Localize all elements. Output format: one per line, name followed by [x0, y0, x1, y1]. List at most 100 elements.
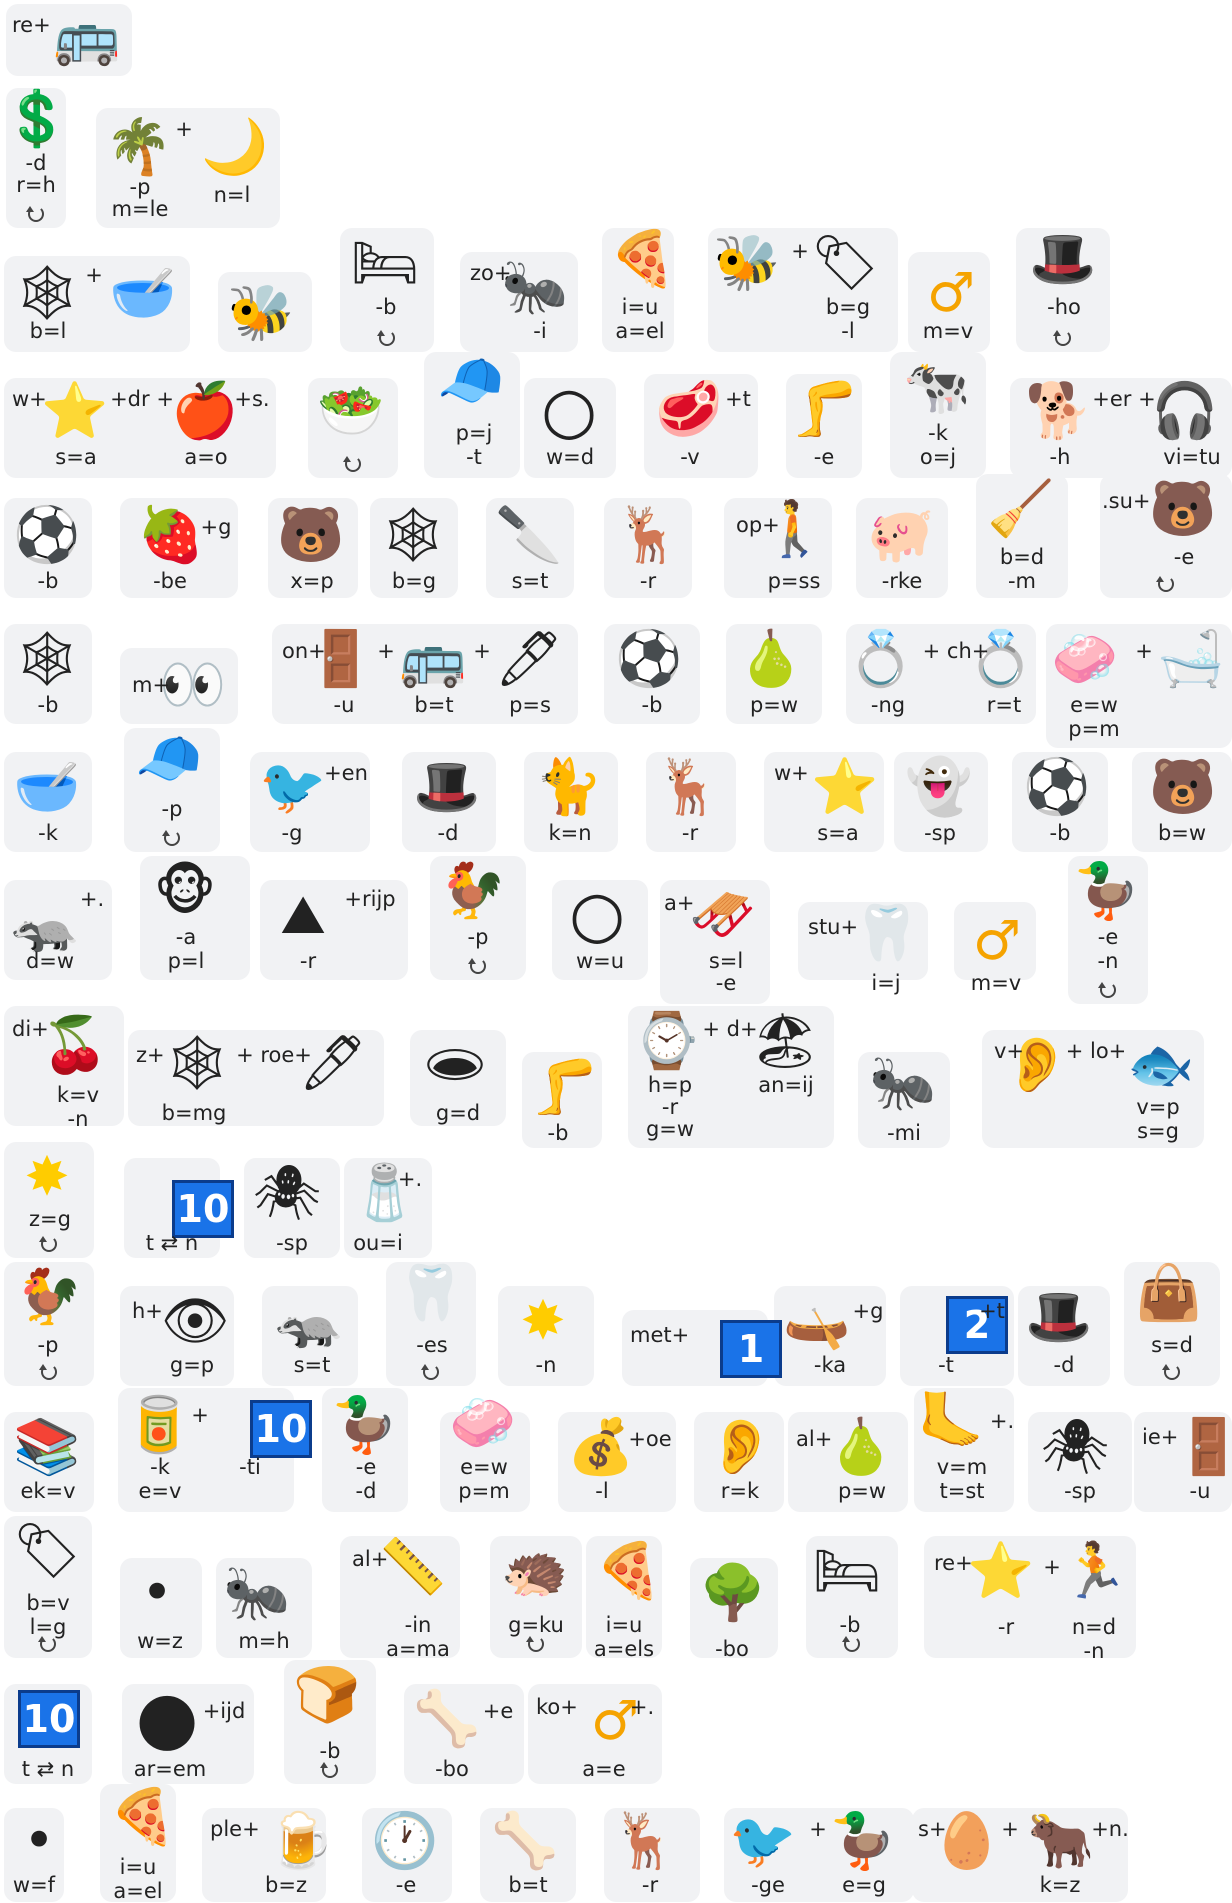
- rebus-hint-label: z+: [136, 1043, 165, 1067]
- rebus-hint-label: b=d: [999, 545, 1045, 569]
- sun-icon: ✸: [520, 1289, 566, 1352]
- pear-icon: 🍐: [827, 1415, 895, 1478]
- rebus-hint-label: p=m: [1068, 717, 1120, 741]
- rebus-hint-label: -in: [404, 1613, 432, 1637]
- rebus-hint-label: +rijp: [344, 887, 396, 911]
- rebus-hint-label: +: [85, 263, 103, 287]
- rebus-hint-label: -g: [281, 821, 303, 845]
- rebus-hint-label: op+: [736, 513, 780, 537]
- rebus-hint-label: e=v: [138, 1479, 182, 1503]
- rotate-icon: [1098, 982, 1116, 998]
- rebus-hint-label: + ch+: [922, 639, 990, 663]
- rebus-hint-label: +.: [629, 1695, 655, 1719]
- rebus-hint-label: w=f: [12, 1873, 56, 1897]
- rebus-hint-label: -b: [1049, 821, 1071, 845]
- rebus-hint-label: w=d: [545, 445, 595, 469]
- rebus-hint-label: +: [791, 239, 809, 263]
- rebus-hint-label: g=w: [645, 1117, 695, 1141]
- rebus-hint-label: -e: [813, 445, 835, 469]
- rebus-hint-label: k=n: [548, 821, 592, 845]
- books-icon: 📚: [13, 1415, 81, 1478]
- rebus-hint-label: w+: [774, 761, 809, 785]
- rebus-hint-label: m=v: [922, 319, 974, 343]
- rebus-hint-label: -e: [355, 1455, 377, 1479]
- rebus-hint-label: -l: [841, 319, 855, 343]
- rebus-hint-label: -p: [161, 797, 183, 821]
- spider-icon: 🕷: [252, 1161, 322, 1224]
- rebus-hint-label: -bo: [435, 1757, 469, 1781]
- rebus-hint-label: re+: [12, 13, 51, 37]
- rebus-hint-label: -r: [997, 1615, 1015, 1639]
- rebus-hint-label: n=l: [213, 183, 251, 207]
- rebus-hint-label: -b: [839, 1613, 861, 1637]
- bed-icon: 🛏: [812, 1539, 882, 1602]
- rebus-hint-label: -k: [928, 421, 948, 445]
- rebus-hint-label: di+: [12, 1017, 49, 1041]
- rebus-hint-label: w=u: [575, 949, 625, 973]
- rebus-hint-label: s=t: [293, 1353, 331, 1377]
- rebus-hint-label: -p: [129, 175, 151, 199]
- rebus-hint-label: + roe+: [236, 1043, 312, 1067]
- rebus-hint-label: +.: [989, 1409, 1015, 1433]
- rebus-hint-label: b=v: [26, 1591, 70, 1615]
- rebus-hint-label: p=ss: [767, 569, 821, 593]
- bowl-icon: 🥣: [13, 755, 81, 818]
- rebus-hint-label: + d+: [702, 1017, 758, 1041]
- rebus-hint-label: ko+: [536, 1695, 578, 1719]
- rebus-hint-label: l=g: [29, 1615, 67, 1639]
- rebus-hint-label: -u: [1189, 1479, 1211, 1503]
- rebus-hint-label: -d: [437, 821, 459, 845]
- rebus-hint-label: p=w: [837, 1479, 887, 1503]
- rebus-hint-label: -h: [1049, 445, 1071, 469]
- rotate-icon: [26, 206, 44, 222]
- rotate-icon: [1053, 330, 1071, 346]
- top-hat-icon: 🎩: [1029, 227, 1097, 290]
- rebus-hint-label: -r: [639, 569, 657, 593]
- knife-icon: 🔪: [495, 503, 563, 566]
- rebus-hint-label: w+: [12, 387, 47, 411]
- hole-icon: 🕳: [420, 1033, 490, 1096]
- rebus-hint-label: -r: [641, 1873, 659, 1897]
- door-icon: 🚪: [1175, 1415, 1232, 1478]
- rebus-hint-label: v=p: [1136, 1095, 1180, 1119]
- rebus-hint-label: -be: [153, 569, 187, 593]
- web-icon: 🕸: [162, 1031, 232, 1094]
- rebus-hint-label: an=ij: [758, 1073, 814, 1097]
- rotate-icon: [39, 1364, 57, 1380]
- rebus-hint-label: vi=tu: [1163, 445, 1221, 469]
- rotate-icon: [343, 456, 361, 472]
- soccer-icon: ⚽: [1023, 755, 1091, 818]
- rebus-hint-label: k=v: [56, 1083, 100, 1107]
- rebus-hint-label: stu+: [808, 915, 859, 939]
- number-tile: 10: [250, 1400, 312, 1458]
- rebus-hint-label: +e: [482, 1699, 514, 1723]
- wine-icon: •: [141, 1561, 173, 1624]
- soccer-icon: ⚽: [615, 627, 683, 690]
- rebus-hint-label: -b: [319, 1739, 341, 1763]
- rebus-hint-label: al+: [796, 1427, 833, 1451]
- tooth-icon: 🦷: [853, 901, 921, 964]
- bear-face-icon: 🐻: [1149, 755, 1217, 818]
- rebus-hint-label: re+: [934, 1551, 973, 1575]
- rotate-icon: [320, 1762, 338, 1778]
- rebus-hint-label: -es: [416, 1333, 448, 1357]
- beer-icon: 🍺: [267, 1809, 335, 1872]
- rotate-icon: [468, 958, 486, 974]
- rebus-hint-label: +oe: [628, 1427, 672, 1451]
- rebus-hint-label: b=l: [29, 319, 67, 343]
- rebus-hint-label: -n: [1097, 949, 1119, 973]
- rebus-hint-label: ie+: [1142, 1425, 1179, 1449]
- web-icon: 🕸: [12, 627, 82, 690]
- deer-icon: 🦌: [615, 503, 683, 566]
- bear-face-icon: 🐻: [1149, 477, 1217, 540]
- rebus-hint-label: -p: [37, 1333, 59, 1357]
- soap-icon: 🧼: [449, 1391, 517, 1454]
- rebus-hint-label: + lo+: [1065, 1039, 1127, 1063]
- ghost-icon: 👻: [905, 755, 973, 818]
- rebus-hint-label: +.: [79, 887, 105, 911]
- rebus-hint-label: e=w: [460, 1455, 508, 1479]
- rebus-hint-label: ar=em: [133, 1757, 207, 1781]
- rebus-hint-label: -d: [25, 151, 47, 175]
- rebus-hint-label: x=p: [290, 569, 334, 593]
- number-tile: 10: [18, 1690, 80, 1748]
